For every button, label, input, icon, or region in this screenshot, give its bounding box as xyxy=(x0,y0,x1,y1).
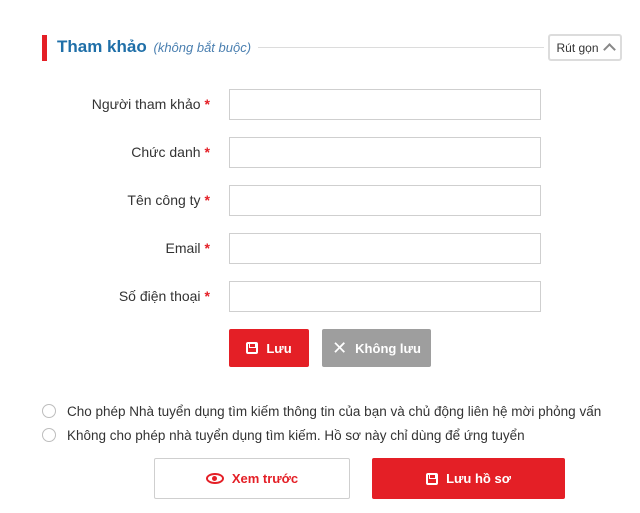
privacy-option-label: Không cho phép nhà tuyển dụng tìm kiếm. … xyxy=(67,427,525,443)
form-row-company-name: Tên công ty * xyxy=(0,185,640,216)
form-row-reference-name: Người tham khảo * xyxy=(0,89,640,120)
field-label: Chức danh * xyxy=(131,144,210,160)
form-row-job-title: Chức danh * xyxy=(0,137,640,168)
floppy-disk-icon xyxy=(426,472,439,485)
reference-name-input[interactable] xyxy=(229,89,541,120)
form-row-email: Email * xyxy=(0,233,640,264)
preview-button[interactable]: Xem trước xyxy=(154,458,350,499)
company-name-input[interactable] xyxy=(229,185,541,216)
save-button-label: Lưu xyxy=(266,340,292,356)
section-accent-bar xyxy=(42,35,47,61)
section-title: Tham khảo (không bắt buộc) xyxy=(57,37,251,57)
radio-button[interactable] xyxy=(42,404,56,418)
section-subtitle: (không bắt buộc) xyxy=(153,40,252,55)
field-label: Email * xyxy=(165,240,210,256)
collapse-button-label: Rút gọn xyxy=(556,40,599,55)
required-mark: * xyxy=(204,192,210,208)
save-cv-button[interactable]: Lưu hồ sơ xyxy=(372,458,565,499)
privacy-option-label: Cho phép Nhà tuyển dụng tìm kiếm thông t… xyxy=(67,403,602,419)
required-mark: * xyxy=(204,96,210,112)
phone-input[interactable] xyxy=(229,281,541,312)
section-divider xyxy=(258,47,544,48)
cancel-button-label: Không lưu xyxy=(355,340,421,356)
chevron-up-icon xyxy=(602,43,616,56)
cancel-button[interactable]: ✕ Không lưu xyxy=(322,329,431,367)
collapse-button[interactable]: Rút gọn xyxy=(548,34,622,61)
section-title-text: Tham khảo xyxy=(57,37,147,56)
email-input[interactable] xyxy=(229,233,541,264)
form-row-phone: Số điện thoại * xyxy=(0,281,640,312)
privacy-option-allow[interactable]: Cho phép Nhà tuyển dụng tìm kiếm thông t… xyxy=(42,401,601,421)
preview-button-label: Xem trước xyxy=(231,471,299,486)
eye-icon xyxy=(205,473,224,484)
field-label: Tên công ty * xyxy=(127,192,210,208)
privacy-option-deny[interactable]: Không cho phép nhà tuyển dụng tìm kiếm. … xyxy=(42,425,525,445)
required-mark: * xyxy=(204,288,210,304)
save-button[interactable]: Lưu xyxy=(229,329,309,367)
required-mark: * xyxy=(204,240,210,256)
save-cv-button-label: Lưu hồ sơ xyxy=(446,471,511,486)
floppy-disk-icon xyxy=(246,342,259,354)
field-label: Người tham khảo * xyxy=(91,96,210,112)
field-label: Số điện thoại * xyxy=(118,288,210,304)
radio-button[interactable] xyxy=(42,428,56,442)
job-title-input[interactable] xyxy=(229,137,541,168)
close-icon: ✕ xyxy=(332,338,348,358)
required-mark: * xyxy=(204,144,210,160)
